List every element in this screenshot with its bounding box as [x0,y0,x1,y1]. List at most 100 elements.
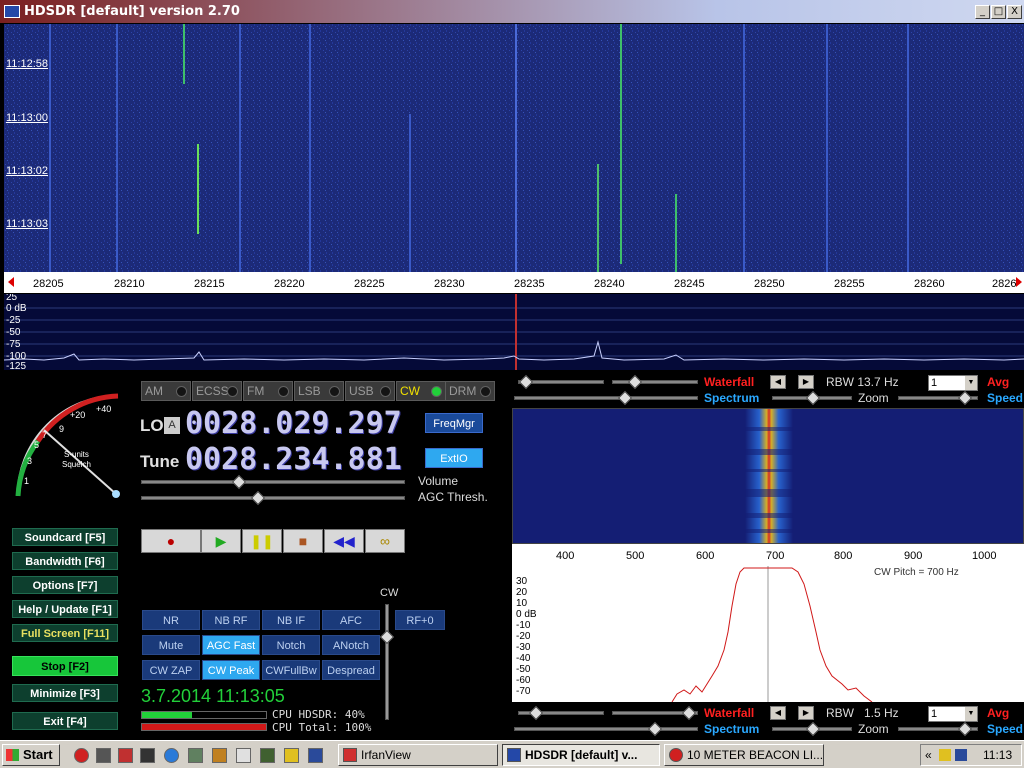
window-icon[interactable] [308,748,323,763]
volume-slider[interactable] [141,480,405,484]
anotch-button[interactable]: ANotch [322,635,380,655]
task-hdsdr[interactable]: HDSDR [default] v... [502,744,660,766]
main-waterfall[interactable]: 11:12:58 11:13:00 11:13:02 11:13:03 [4,24,1024,272]
frequency-scale[interactable]: 28205 28210 28215 28220 28225 28230 2823… [4,272,1024,294]
tools-icon[interactable] [212,748,227,763]
waterfall-contrast-handle[interactable] [627,374,643,390]
rewind-button[interactable]: ◀◀ [324,529,364,553]
stop-button[interactable]: Stop [F2] [12,656,118,676]
audio-rbw-right-button[interactable]: ▶ [798,706,814,720]
cw-fullbw-button[interactable]: CWFullBw [262,660,320,680]
audio-avg-select[interactable]: 1 ▼ [928,706,978,722]
mode-am-button[interactable]: AM [141,381,191,401]
zoom-frequency-scale[interactable]: 400 500 600 700 800 900 1000 [512,544,1024,566]
start-button[interactable]: Start [2,744,60,766]
rbw-right-button[interactable]: ▶ [798,375,814,389]
title-bar[interactable]: HDSDR [default] version 2.70 _ □ X [0,0,1024,24]
play-button[interactable]: ▶ [201,529,241,553]
tray-expand-button[interactable]: « [925,745,932,765]
task-beacon-list[interactable]: 10 METER BEACON LI... [664,744,824,766]
full-screen-button[interactable]: Full Screen [F11] [12,624,118,642]
freqmgr-button[interactable]: FreqMgr [425,413,483,433]
agc-threshold-slider[interactable] [141,496,405,500]
network-icon[interactable] [955,749,967,761]
volume-slider-handle[interactable] [231,474,247,490]
cw-peak-button[interactable]: CW Peak [202,660,260,680]
rf-gain-button[interactable]: RF+0 [395,610,445,630]
drive-icon[interactable] [188,748,203,763]
cw-zap-button[interactable]: CW ZAP [142,660,200,680]
scroll-right-icon[interactable] [1016,277,1022,287]
mode-cw-button[interactable]: CW [396,381,446,401]
audio-zoom-left-handle[interactable] [805,721,821,737]
lo-frequency[interactable]: 0028.029.297 [185,406,402,441]
audio-zoom-right-handle[interactable] [957,721,973,737]
record-button[interactable]: ● [141,529,201,553]
minimize-window-button[interactable]: _ [975,5,990,19]
audio-waterfall-gain-handle[interactable] [528,705,544,721]
opera-icon[interactable] [74,748,89,763]
task-irfanview[interactable]: IrfanView [338,744,498,766]
volume-icon[interactable] [939,749,951,761]
tune-frequency[interactable]: 0028.234.881 [185,442,402,477]
mode-usb-button[interactable]: USB [345,381,395,401]
nb-rf-button[interactable]: NB RF [202,610,260,630]
afc-button[interactable]: AFC [322,610,380,630]
soundcard-button[interactable]: Soundcard [F5] [12,528,118,546]
s-meter[interactable]: 1 3 5 7 9 +20 +40 S-units Squelch [8,386,134,506]
cw-slider-handle[interactable] [379,629,395,645]
agc-fast-button[interactable]: AGC Fast [202,635,260,655]
main-spectrum[interactable]: 25 0 dB -25 -50 -75 -100 -125 [4,294,1024,370]
audio-spectrum-slider[interactable] [514,727,698,731]
extio-button[interactable]: ExtIO [425,448,483,468]
notch-button[interactable]: Notch [262,635,320,655]
zoom-waterfall[interactable] [512,408,1024,544]
freq-tick: 28215 [194,278,225,290]
spectrum-slider[interactable] [514,396,698,400]
help-update-button[interactable]: Help / Update [F1] [12,600,118,618]
waterfall-gain-handle[interactable] [518,374,534,390]
zoom-left-handle[interactable] [805,390,821,406]
star-icon[interactable] [118,748,133,763]
cw-vertical-slider[interactable] [385,604,389,720]
avg-select[interactable]: 1 ▼ [928,375,978,391]
audio-waterfall-contrast-handle[interactable] [681,705,697,721]
nb-if-button[interactable]: NB IF [262,610,320,630]
clock[interactable]: 11:13 [983,745,1012,765]
despread-button[interactable]: Despread [322,660,380,680]
pause-button[interactable]: ❚❚ [242,529,282,553]
document-icon[interactable] [236,748,251,763]
options-button[interactable]: Options [F7] [12,576,118,594]
minimize-button[interactable]: Minimize [F3] [12,684,118,702]
scroll-left-icon[interactable] [8,277,14,287]
rbw-left-button[interactable]: ◀ [770,375,786,389]
waterfall-contrast-slider[interactable] [612,380,698,384]
audio-spectrum-handle[interactable] [647,721,663,737]
mode-lsb-button[interactable]: LSB [294,381,344,401]
agc-threshold-slider-handle[interactable] [250,490,266,506]
nr-button[interactable]: NR [142,610,200,630]
mute-button[interactable]: Mute [142,635,200,655]
audio-rbw-left-button[interactable]: ◀ [770,706,786,720]
chart-icon[interactable] [260,748,275,763]
gear-icon[interactable] [140,748,155,763]
stop-playback-button[interactable]: ■ [283,529,323,553]
folder-icon[interactable] [284,748,299,763]
close-window-button[interactable]: X [1007,5,1022,19]
bandwidth-button[interactable]: Bandwidth [F6] [12,552,118,570]
mode-drm-button[interactable]: DRM [445,381,495,401]
mode-ecss-button[interactable]: ECSS [192,381,242,401]
zoom-right-handle[interactable] [957,390,973,406]
zoom-spectrum[interactable]: CW Pitch = 700 Hz 30 20 10 0 dB -10 -20 … [512,566,1024,702]
led-icon [227,386,238,397]
globe-icon[interactable] [164,748,179,763]
task-label: HDSDR [default] v... [525,748,638,762]
exit-button[interactable]: Exit [F4] [12,712,118,730]
film-icon[interactable] [96,748,111,763]
spectrum-slider-handle[interactable] [617,390,633,406]
loop-button[interactable]: ∞ [365,529,405,553]
maximize-window-button[interactable]: □ [991,5,1006,19]
audio-zoom-label: Zoom [858,722,889,736]
lo-lock-button[interactable]: A [164,417,180,434]
mode-fm-button[interactable]: FM [243,381,293,401]
